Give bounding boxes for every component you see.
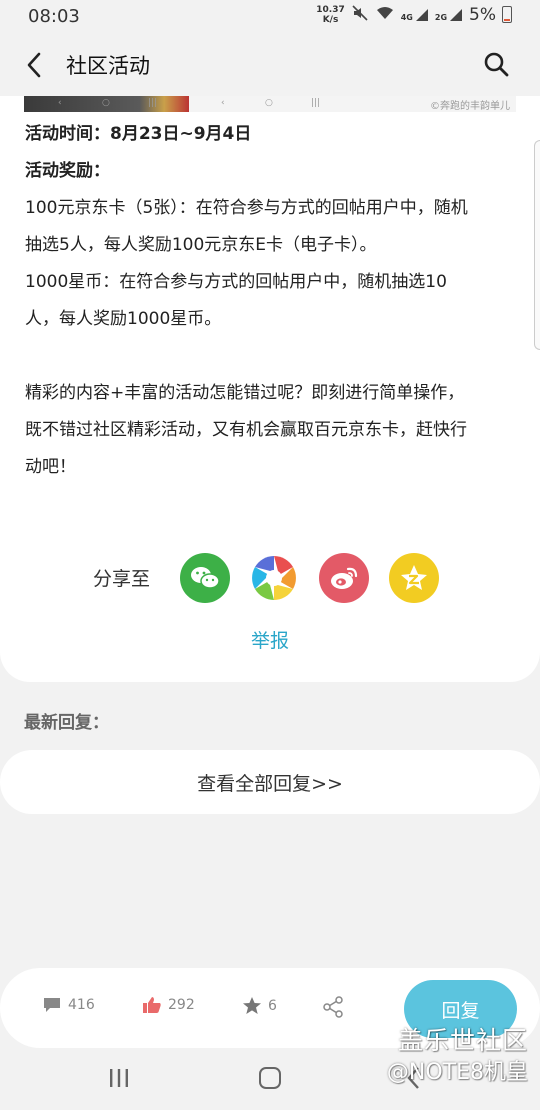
status-time: 08:03: [28, 6, 80, 27]
share-button[interactable]: [322, 996, 344, 1018]
share-icon: [323, 996, 343, 1018]
article-body: 活动时间：8月23日~9月4日 活动奖励： 100元京东卡（5张）：在符合参与方…: [25, 116, 520, 486]
report-link[interactable]: 举报: [0, 626, 540, 653]
signal-4g-icon: 4G: [401, 8, 429, 22]
screenshot-image-left: ‹ ○ |||: [24, 96, 189, 112]
promo-line1: 精彩的内容+丰富的活动怎能错过呢？即刻进行简单操作，: [25, 383, 465, 403]
search-button[interactable]: [482, 50, 510, 78]
qzone-star-icon: [401, 565, 427, 590]
latest-replies-label: 最新回复：: [24, 713, 109, 733]
watermark-line2: @NOTE8机皇: [386, 1060, 528, 1085]
status-icons: 10.37 K/s 4G 2G 5%: [316, 4, 512, 25]
weibo-icon: [331, 567, 358, 589]
view-all-replies-button[interactable]: 查看全部回复>>: [0, 750, 540, 814]
share-weibo-button[interactable]: [319, 553, 369, 603]
back-arrow-icon: [27, 52, 41, 78]
reward1-line2: 抽选5人，每人奖励100元京东E卡（电子卡）。: [25, 235, 377, 255]
comments-button[interactable]: 416: [42, 996, 95, 1014]
moments-icon: [252, 556, 296, 600]
mute-icon: [351, 4, 369, 25]
promo-line2: 既不错过社区精彩活动，又有机会赢取百元京东卡，赶快行: [25, 420, 467, 440]
favorite-count: 6: [268, 997, 277, 1014]
reward2-line2: 人，每人奖励1000星币。: [25, 309, 222, 329]
wechat-icon: [191, 567, 220, 589]
app-bar: 社区活动: [0, 34, 540, 96]
star-icon: [243, 997, 261, 1014]
home-button[interactable]: [259, 1067, 281, 1089]
page-title: 社区活动: [66, 54, 150, 78]
battery-icon: [502, 6, 512, 23]
screenshot-image-right: ‹ ○ ||| ©奔跑的丰韵单儿: [189, 96, 516, 112]
watermark-line1: 盖乐世社区: [397, 1026, 528, 1055]
promo-line3: 动吧！: [25, 457, 76, 477]
share-label: 分享至: [93, 568, 151, 590]
thumbs-up-icon: [143, 997, 161, 1013]
favorite-button[interactable]: 6: [242, 996, 277, 1015]
wifi-icon: [375, 5, 395, 24]
share-row: 分享至: [0, 550, 540, 606]
post-content-card: ‹ ○ ||| ‹ ○ ||| ©奔跑的丰韵单儿 活动时间：8月23日~9月4日…: [0, 96, 540, 682]
reward-heading: 活动奖励：: [25, 161, 110, 181]
status-bar: 08:03 10.37 K/s 4G 2G 5%: [0, 0, 540, 34]
watermark: 盖乐世社区 @NOTE8机皇: [387, 1024, 528, 1088]
back-button[interactable]: [18, 48, 50, 82]
share-wechat-button[interactable]: [180, 553, 230, 603]
recent-apps-icon: [110, 1069, 128, 1087]
share-qzone-button[interactable]: [389, 553, 439, 603]
image-caption: ©奔跑的丰韵单儿: [430, 101, 510, 112]
comment-icon: [44, 998, 60, 1012]
battery-percent: 5%: [469, 4, 496, 25]
comment-count: 416: [68, 997, 95, 1013]
like-button[interactable]: 292: [142, 996, 195, 1014]
signal-2g-icon: 2G: [435, 8, 463, 22]
edge-panel-handle[interactable]: [534, 140, 540, 350]
event-time: 活动时间：8月23日~9月4日: [25, 124, 252, 144]
share-moments-button[interactable]: [249, 553, 299, 603]
network-speed: 10.37 K/s: [316, 4, 345, 25]
reward1-line1: 100元京东卡（5张）：在符合参与方式的回帖用户中，随机: [25, 198, 468, 218]
search-icon: [484, 52, 509, 77]
like-count: 292: [168, 997, 195, 1013]
reward2-line1: 1000星币：在符合参与方式的回帖用户中，随机抽选10: [25, 272, 447, 292]
post-image-bottom: ‹ ○ ||| ‹ ○ ||| ©奔跑的丰韵单儿: [24, 96, 516, 112]
recent-apps-button[interactable]: [108, 1068, 130, 1092]
